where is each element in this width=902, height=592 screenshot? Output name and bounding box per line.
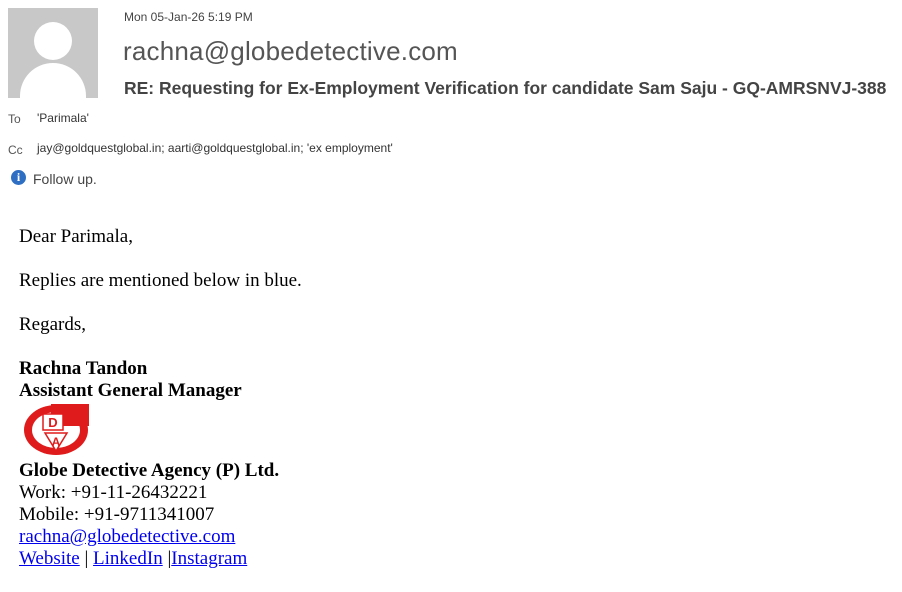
sender-avatar bbox=[8, 8, 98, 98]
sender-address[interactable]: rachna@globedetective.com bbox=[123, 36, 458, 67]
follow-up-flag: Follow up. bbox=[33, 171, 97, 187]
link-separator: | bbox=[162, 548, 172, 569]
greeting: Dear Parimala, bbox=[19, 226, 133, 247]
to-label: To bbox=[8, 112, 21, 126]
signature-email-link[interactable]: rachna@globedetective.com bbox=[19, 526, 235, 547]
message-date: Mon 05-Jan-26 5:19 PM bbox=[124, 10, 253, 24]
cc-label: Cc bbox=[8, 143, 23, 157]
avatar-shoulders bbox=[20, 63, 86, 98]
avatar-head bbox=[34, 22, 72, 60]
signature-name: Rachna Tandon bbox=[19, 358, 148, 379]
cc-recipients[interactable]: jay@goldquestglobal.in; aarti@goldquestg… bbox=[37, 141, 393, 155]
message-subject: RE: Requesting for Ex-Employment Verific… bbox=[124, 78, 887, 98]
signature-work-phone: Work: +91-11-26432221 bbox=[19, 482, 208, 503]
instagram-link[interactable]: Instagram bbox=[171, 548, 247, 569]
signature-title: Assistant General Manager bbox=[19, 380, 242, 401]
svg-text:D: D bbox=[48, 415, 57, 430]
to-recipients[interactable]: 'Parimala' bbox=[37, 111, 89, 125]
info-icon: i bbox=[11, 170, 26, 185]
signature-company: Globe Detective Agency (P) Ltd. bbox=[19, 460, 280, 481]
link-separator: | bbox=[79, 548, 94, 569]
linkedin-link[interactable]: LinkedIn bbox=[93, 548, 163, 569]
regards: Regards, bbox=[19, 314, 87, 335]
signature-mobile-phone: Mobile: +91-9711341007 bbox=[19, 504, 215, 525]
message-body: Dear Parimala, Replies are mentioned bel… bbox=[19, 226, 879, 570]
company-logo: D A bbox=[24, 404, 89, 455]
body-line: Replies are mentioned below in blue. bbox=[19, 270, 302, 291]
website-link[interactable]: Website bbox=[19, 548, 80, 569]
svg-text:A: A bbox=[52, 435, 61, 449]
